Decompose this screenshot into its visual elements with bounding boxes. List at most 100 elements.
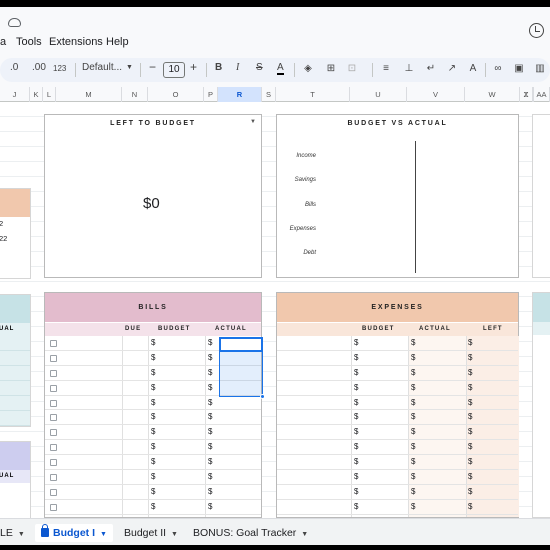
bill-paid-checkbox[interactable]	[50, 369, 57, 377]
sheet-tab-active[interactable]: Budget I ▼	[35, 524, 113, 542]
menu-help[interactable]: Help	[106, 36, 129, 48]
expenses-row[interactable]: $ $ $	[277, 455, 518, 471]
font-color-icon[interactable]: A	[467, 63, 479, 75]
column-header[interactable]: M	[56, 87, 122, 102]
italic-button[interactable]: I	[236, 62, 239, 73]
currency-symbol: $	[468, 457, 473, 467]
text-wrap-icon[interactable]: ↵	[425, 63, 437, 75]
panel-header	[533, 293, 550, 322]
toolbar-divider	[294, 63, 295, 77]
menu-tools[interactable]: Tools	[16, 36, 42, 48]
number-format-button[interactable]: 123	[53, 64, 66, 73]
version-history-icon[interactable]	[529, 23, 544, 38]
decrease-decimal-button[interactable]: .0	[10, 62, 18, 73]
bill-paid-checkbox[interactable]	[50, 488, 57, 496]
fill-color-icon[interactable]: ◈	[302, 63, 314, 75]
expenses-row[interactable]: $ $ $	[277, 500, 518, 515]
bills-row[interactable]: $ $	[45, 425, 261, 441]
chevron-down-icon[interactable]: ▼	[171, 531, 178, 538]
chevron-down-icon[interactable]: ▼	[301, 531, 308, 538]
bills-row[interactable]: $ $	[45, 396, 261, 411]
sheet-tab-bar: LE ▼ Budget I ▼ Budget II ▼ BONUS: Goal Tra…	[0, 518, 550, 545]
column-header[interactable]: L	[43, 87, 56, 102]
column-header[interactable]: T	[276, 87, 350, 102]
font-family-select[interactable]: Default...	[82, 62, 122, 73]
expenses-row[interactable]: $ $ $	[277, 485, 518, 500]
column-header[interactable]: O	[148, 87, 204, 102]
bills-row[interactable]: $ $	[45, 470, 261, 485]
currency-symbol: $	[354, 338, 359, 347]
expenses-row[interactable]: $ $ $	[277, 366, 518, 381]
currency-symbol: $	[151, 457, 156, 467]
bills-row[interactable]: $ $	[45, 440, 261, 456]
bills-row[interactable]: $ $	[45, 500, 261, 515]
column-header[interactable]: U	[350, 87, 407, 102]
chevron-down-icon[interactable]: ▼	[126, 64, 133, 71]
currency-symbol: $	[411, 367, 416, 377]
fill-handle[interactable]	[260, 394, 265, 399]
vertical-align-icon[interactable]: ⊥	[403, 63, 415, 75]
left-to-budget-card: LEFT TO BUDGET ▼ $0	[44, 114, 262, 278]
text-rotation-icon[interactable]: ↗	[446, 63, 458, 75]
text-color-button[interactable]: A	[277, 62, 284, 75]
column-header[interactable]: K	[30, 87, 43, 102]
dropdown-arrow-icon[interactable]: ▼	[250, 119, 256, 125]
expenses-row[interactable]: $ $ $	[277, 410, 518, 426]
increase-decimal-button[interactable]: .00	[32, 62, 46, 73]
bill-paid-checkbox[interactable]	[50, 444, 57, 452]
active-cell[interactable]	[219, 337, 263, 352]
bold-button[interactable]: B	[215, 62, 222, 73]
column-header[interactable]: V	[407, 87, 465, 102]
column-header[interactable]: W	[465, 87, 520, 102]
bill-paid-checkbox[interactable]	[50, 429, 57, 437]
insert-chart-icon[interactable]: ▥	[534, 63, 546, 75]
bills-row[interactable]: $ $	[45, 410, 261, 426]
align-left-icon[interactable]: ≡	[380, 63, 392, 75]
bills-row[interactable]: $ $	[45, 485, 261, 500]
font-size-input[interactable]: 10	[163, 62, 185, 78]
menu-bar: a Tools Extensions Help	[0, 7, 550, 55]
bill-paid-checkbox[interactable]	[50, 354, 57, 362]
expenses-actual-header: ACTUAL	[419, 326, 451, 332]
chevron-down-icon[interactable]: ▼	[100, 531, 107, 538]
column-header[interactable]: J	[0, 87, 30, 102]
bills-row[interactable]: $ $	[45, 455, 261, 471]
bill-paid-checkbox[interactable]	[50, 459, 57, 467]
merge-cells-icon[interactable]: ⊡	[346, 63, 358, 75]
sheet-tab[interactable]: Budget II ▼	[124, 524, 178, 542]
bill-paid-checkbox[interactable]	[50, 503, 57, 511]
expenses-row[interactable]: $ $ $	[277, 396, 518, 411]
expenses-row[interactable]: $ $ $	[277, 336, 518, 351]
spreadsheet-grid[interactable]: 2 22 UAL UAL LEFT TO BUDGET ▼ $0 BUDGET …	[0, 102, 550, 519]
bill-paid-checkbox[interactable]	[50, 340, 57, 347]
column-header[interactable]: Z	[519, 87, 534, 102]
expenses-row[interactable]: $ $ $	[277, 440, 518, 456]
borders-icon[interactable]: ⊞	[325, 63, 337, 75]
insert-link-icon[interactable]: ∞	[492, 63, 504, 75]
menu-extensions[interactable]: Extensions	[49, 36, 103, 48]
strikethrough-button[interactable]: S	[256, 62, 263, 73]
toolbar-divider	[75, 63, 76, 77]
expenses-row[interactable]: $ $ $	[277, 425, 518, 441]
expenses-row[interactable]: $ $ $	[277, 351, 518, 366]
currency-symbol: $	[208, 472, 213, 482]
expenses-row[interactable]: $ $ $	[277, 470, 518, 485]
chevron-down-icon[interactable]: ▼	[18, 531, 25, 538]
column-header[interactable]: P	[204, 87, 218, 102]
column-header-selected[interactable]: R	[218, 87, 262, 102]
bill-paid-checkbox[interactable]	[50, 474, 57, 482]
bill-paid-checkbox[interactable]	[50, 399, 57, 407]
bill-paid-checkbox[interactable]	[50, 384, 57, 392]
sheet-tab[interactable]: BONUS: Goal Tracker ▼	[193, 524, 308, 542]
column-header[interactable]: AA	[534, 87, 550, 102]
currency-symbol: $	[411, 382, 416, 392]
font-size-increase-button[interactable]: +	[190, 60, 197, 74]
insert-comment-icon[interactable]: ▣	[513, 63, 525, 75]
column-header[interactable]: S	[262, 87, 276, 102]
font-size-decrease-button[interactable]: −	[149, 60, 156, 74]
sheet-tab[interactable]: LE ▼	[0, 524, 25, 542]
bill-paid-checkbox[interactable]	[50, 414, 57, 422]
column-header[interactable]: N	[122, 87, 148, 102]
menu-data[interactable]: a	[0, 36, 6, 48]
expenses-row[interactable]: $ $ $	[277, 381, 518, 396]
